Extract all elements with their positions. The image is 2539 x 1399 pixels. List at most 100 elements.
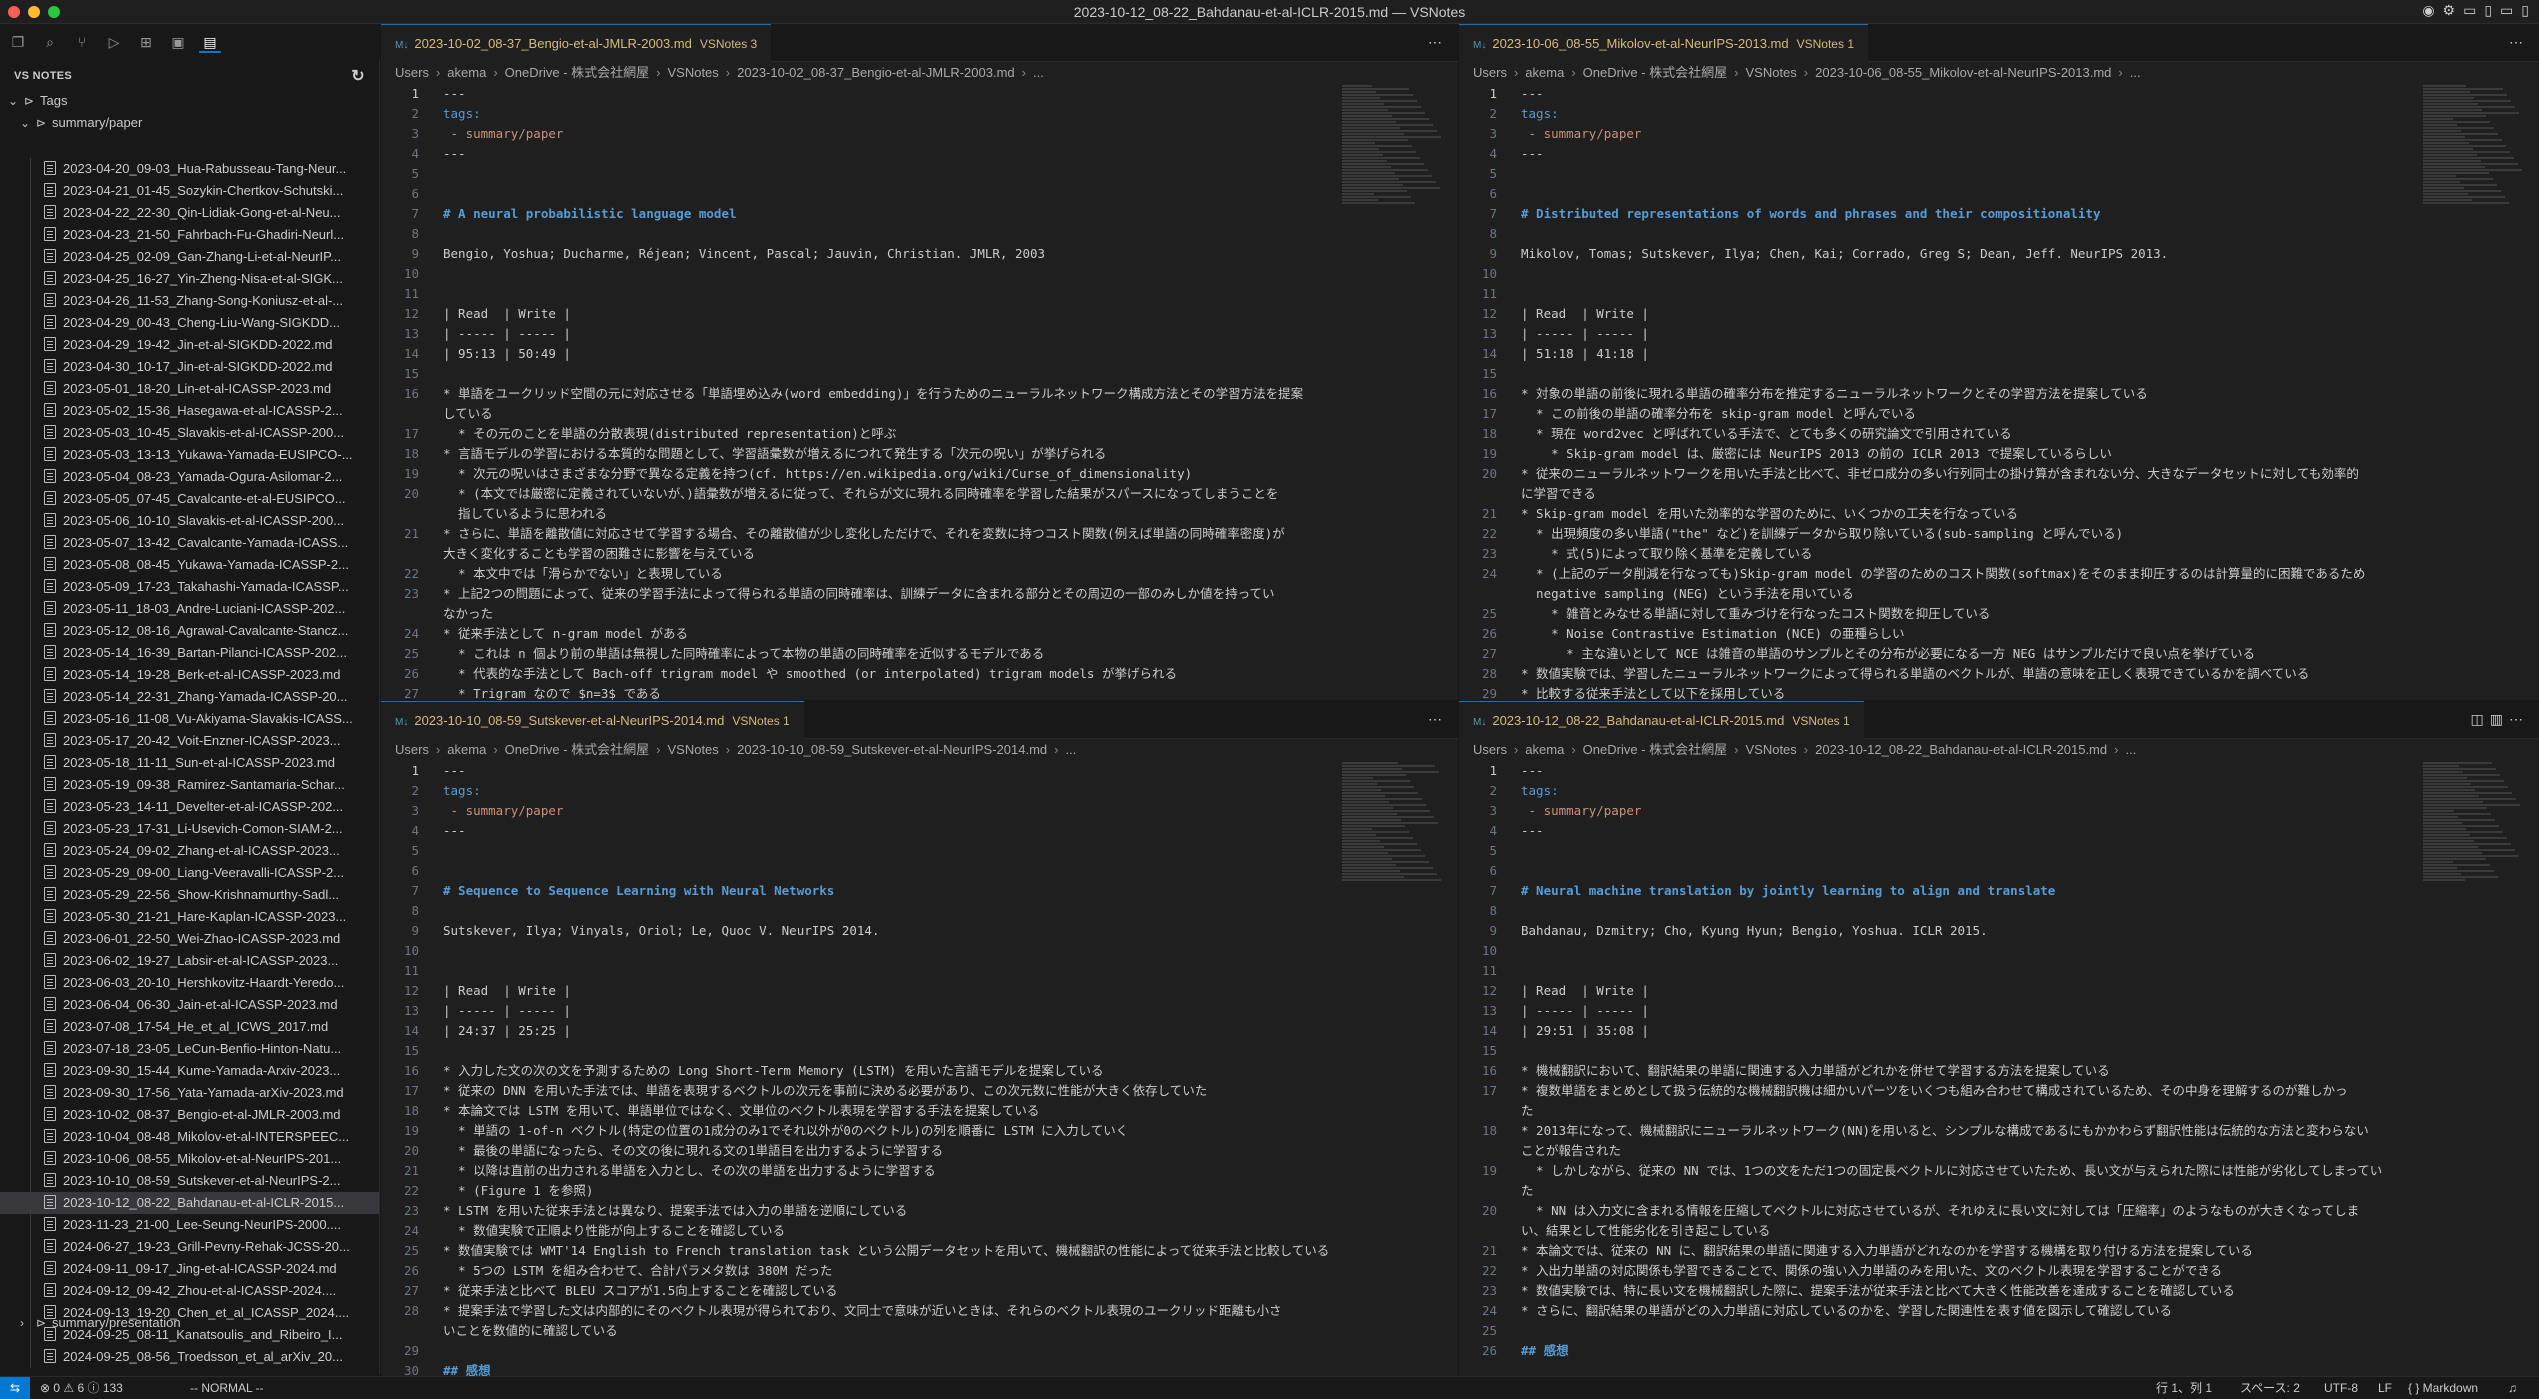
problems-status[interactable]: ⊗ 0 ⚠ 6 ⓘ 133 xyxy=(40,1377,123,1399)
breadcrumb-item[interactable]: OneDrive - 株式会社網屋 xyxy=(1583,742,1727,757)
file-item[interactable]: 2023-04-25_02-09_Gan-Zhang-Li-et-al-Neur… xyxy=(0,246,379,268)
minimap[interactable] xyxy=(2423,84,2533,700)
file-item[interactable]: 2023-05-14_16-39_Bartan-Pilanci-ICASSP-2… xyxy=(0,642,379,664)
editor-tab[interactable]: M↓ 2023-10-06_08-55_Mikolov-et-al-NeurIPS… xyxy=(1459,24,1868,62)
file-item[interactable]: 2023-11-23_21-00_Lee-Seung-NeurIPS-2000.… xyxy=(0,1214,379,1236)
toggle-secondary-sidebar-icon[interactable]: ▯ xyxy=(2521,2,2529,19)
file-item[interactable]: 2023-05-14_22-31_Zhang-Yamada-ICASSP-20.… xyxy=(0,686,379,708)
file-item[interactable]: 2023-05-19_09-38_Ramirez-Santamaria-Scha… xyxy=(0,774,379,796)
breadcrumb-item[interactable]: ... xyxy=(2125,742,2136,757)
end-of-line[interactable]: LF xyxy=(2378,1377,2392,1399)
tree-item-tags[interactable]: ⌄ ⊳ Tags xyxy=(0,90,379,112)
breadcrumb-item[interactable]: OneDrive - 株式会社網屋 xyxy=(505,742,649,757)
breadcrumb-item[interactable]: Users xyxy=(395,742,429,757)
file-item[interactable]: 2023-05-11_18-03_Andre-Luciani-ICASSP-20… xyxy=(0,598,379,620)
split-editor-icon[interactable]: ▥ xyxy=(2490,711,2509,727)
file-item[interactable]: 2023-05-06_10-10_Slavakis-et-al-ICASSP-2… xyxy=(0,510,379,532)
tree-item-summary-paper[interactable]: ⌄ ⊳ summary/paper xyxy=(0,112,379,134)
file-item[interactable]: 2023-10-04_08-48_Mikolov-et-al-INTERSPEE… xyxy=(0,1126,379,1148)
editor-tab[interactable]: M↓ 2023-10-10_08-59_Sutskever-et-al-NeurI… xyxy=(381,701,804,739)
file-item[interactable]: 2024-09-11_09-17_Jing-et-al-ICASSP-2024.… xyxy=(0,1258,379,1280)
file-item[interactable]: 2023-07-18_23-05_LeCun-Benfio-Hinton-Nat… xyxy=(0,1038,379,1060)
breadcrumb-item[interactable]: VSNotes xyxy=(1745,65,1796,80)
code-editor[interactable]: 1 --- 2 tags: 3 - summary/paper 4 --- 5 6 7 # Dist… xyxy=(1459,84,2539,700)
breadcrumb-item[interactable]: ... xyxy=(2130,65,2141,80)
minimap[interactable] xyxy=(2423,761,2533,1376)
breadcrumb-item[interactable]: akema xyxy=(1525,742,1564,757)
file-item[interactable]: 2023-05-23_17-31_Li-Usevich-Comon-SIAM-2… xyxy=(0,818,379,840)
file-item[interactable]: 2024-09-25_08-56_Troedsson_et_al_arXiv_2… xyxy=(0,1346,379,1368)
file-item[interactable]: 2023-05-24_09-02_Zhang-et-al-ICASSP-2023… xyxy=(0,840,379,862)
remote-icon[interactable]: ▣ xyxy=(167,31,189,53)
breadcrumb-item[interactable]: akema xyxy=(447,65,486,80)
tree-item-summary-presentation[interactable]: › ⊳ summary/presentation xyxy=(0,1312,379,1334)
breadcrumb-item[interactable]: akema xyxy=(1525,65,1564,80)
breadcrumb-item[interactable]: 2023-10-12_08-22_Bahdanau-et-al-ICLR-201… xyxy=(1815,742,2107,757)
file-item[interactable]: 2023-05-01_18-20_Lin-et-al-ICASSP-2023.m… xyxy=(0,378,379,400)
minimap[interactable] xyxy=(1342,84,1452,700)
more-actions-icon[interactable]: ⋯ xyxy=(2509,711,2529,727)
more-actions-icon[interactable]: ⋯ xyxy=(2509,34,2529,50)
more-actions-icon[interactable]: ⋯ xyxy=(1428,711,1448,727)
extensions-icon[interactable]: ⊞ xyxy=(135,31,157,53)
file-item[interactable]: 2023-04-26_11-53_Zhang-Song-Koniusz-et-a… xyxy=(0,290,379,312)
file-item[interactable]: 2023-05-05_07-45_Cavalcante-et-al-EUSIPC… xyxy=(0,488,379,510)
gear-icon[interactable]: ⚙ xyxy=(2443,2,2456,19)
breadcrumb-item[interactable]: VSNotes xyxy=(667,742,718,757)
indentation[interactable]: スペース: 2 xyxy=(2240,1377,2300,1399)
file-item[interactable]: 2023-05-07_13-42_Cavalcante-Yamada-ICASS… xyxy=(0,532,379,554)
toggle-panel-icon[interactable]: ▭ xyxy=(2500,2,2513,19)
file-item[interactable]: 2023-04-23_21-50_Fahrbach-Fu-Ghadiri-Neu… xyxy=(0,224,379,246)
file-item[interactable]: 2023-05-03_13-13_Yukawa-Yamada-EUSIPCO-.… xyxy=(0,444,379,466)
breadcrumb-item[interactable]: 2023-10-10_08-59_Sutskever-et-al-NeurIPS… xyxy=(737,742,1047,757)
file-item[interactable]: 2023-09-30_15-44_Kume-Yamada-Arxiv-2023.… xyxy=(0,1060,379,1082)
toggle-sidebar-icon[interactable]: ▯ xyxy=(2484,2,2492,19)
breadcrumb-item[interactable]: ... xyxy=(1066,742,1077,757)
file-item[interactable]: 2023-10-10_08-59_Sutskever-et-al-NeurIPS… xyxy=(0,1170,379,1192)
file-item[interactable]: 2023-05-02_15-36_Hasegawa-et-al-ICASSP-2… xyxy=(0,400,379,422)
explorer-icon[interactable]: ❐ xyxy=(7,31,29,53)
breadcrumb-item[interactable]: 2023-10-06_08-55_Mikolov-et-al-NeurIPS-2… xyxy=(1815,65,2111,80)
account-icon[interactable]: ◉ xyxy=(2422,2,2434,19)
source-control-icon[interactable]: ⑂ xyxy=(71,31,93,53)
notifications-icon[interactable]: ♫ xyxy=(2508,1377,2517,1399)
file-item[interactable]: 2023-04-20_09-03_Hua-Rabusseau-Tang-Neur… xyxy=(0,158,379,180)
editor-tab[interactable]: M↓ 2023-10-02_08-37_Bengio-et-al-JMLR-200… xyxy=(381,24,772,62)
file-item[interactable]: 2023-05-08_08-45_Yukawa-Yamada-ICASSP-2.… xyxy=(0,554,379,576)
file-item[interactable]: 2023-04-22_22-30_Qin-Lidiak-Gong-et-al-N… xyxy=(0,202,379,224)
code-editor[interactable]: 1 --- 2 tags: 3 - summary/paper 4 --- 5 6 7 # Neur… xyxy=(1459,761,2539,1376)
refresh-icon[interactable]: ↻ xyxy=(351,66,365,86)
file-item[interactable]: 2023-05-30_21-21_Hare-Kaplan-ICASSP-2023… xyxy=(0,906,379,928)
file-item[interactable]: 2023-04-30_10-17_Jin-et-al-SIGKDD-2022.m… xyxy=(0,356,379,378)
file-item[interactable]: 2023-06-04_06-30_Jain-et-al-ICASSP-2023.… xyxy=(0,994,379,1016)
remote-indicator-icon[interactable]: ⇆ xyxy=(0,1377,30,1399)
vsnotes-icon[interactable]: ▤ xyxy=(199,31,221,53)
minimap[interactable] xyxy=(1342,761,1452,1376)
code-editor[interactable]: 1 --- 2 tags: 3 - summary/paper 4 --- 5 6 7 # Sequ… xyxy=(381,761,1458,1376)
encoding[interactable]: UTF-8 xyxy=(2324,1377,2358,1399)
open-preview-icon[interactable]: ◫ xyxy=(2471,711,2490,727)
file-item[interactable]: 2023-04-25_16-27_Yin-Zheng-Nisa-et-al-SI… xyxy=(0,268,379,290)
breadcrumb-item[interactable]: VSNotes xyxy=(1745,742,1796,757)
file-item[interactable]: 2023-05-23_14-11_Develter-et-al-ICASSP-2… xyxy=(0,796,379,818)
search-icon[interactable]: ⌕ xyxy=(39,31,61,53)
breadcrumb-item[interactable]: VSNotes xyxy=(667,65,718,80)
file-item[interactable]: 2023-05-16_11-08_Vu-Akiyama-Slavakis-ICA… xyxy=(0,708,379,730)
file-item[interactable]: 2023-04-29_19-42_Jin-et-al-SIGKDD-2022.m… xyxy=(0,334,379,356)
file-item[interactable]: 2023-07-08_17-54_He_et_al_ICWS_2017.md xyxy=(0,1016,379,1038)
file-item[interactable]: 2023-05-29_22-56_Show-Krishnamurthy-Sadl… xyxy=(0,884,379,906)
breadcrumb-item[interactable]: OneDrive - 株式会社網屋 xyxy=(505,65,649,80)
file-item[interactable]: 2023-06-02_19-27_Labsir-et-al-ICASSP-202… xyxy=(0,950,379,972)
file-item[interactable]: 2024-09-12_09-42_Zhou-et-al-ICASSP-2024.… xyxy=(0,1280,379,1302)
file-item[interactable]: 2023-06-01_22-50_Wei-Zhao-ICASSP-2023.md xyxy=(0,928,379,950)
file-item[interactable]: 2023-05-14_19-28_Berk-et-al-ICASSP-2023.… xyxy=(0,664,379,686)
breadcrumb-item[interactable]: Users xyxy=(1473,65,1507,80)
file-item[interactable]: 2023-06-03_20-10_Hershkovitz-Haardt-Yere… xyxy=(0,972,379,994)
cursor-position[interactable]: 行 1、列 1 xyxy=(2156,1377,2212,1399)
file-item[interactable]: 2023-05-03_10-45_Slavakis-et-al-ICASSP-2… xyxy=(0,422,379,444)
run-debug-icon[interactable]: ▷ xyxy=(103,31,125,53)
file-item[interactable]: 2023-05-18_11-11_Sun-et-al-ICASSP-2023.m… xyxy=(0,752,379,774)
breadcrumb-item[interactable]: Users xyxy=(1473,742,1507,757)
file-item[interactable]: 2023-05-12_08-16_Agrawal-Cavalcante-Stan… xyxy=(0,620,379,642)
layout-icon[interactable]: ▭ xyxy=(2463,2,2476,19)
